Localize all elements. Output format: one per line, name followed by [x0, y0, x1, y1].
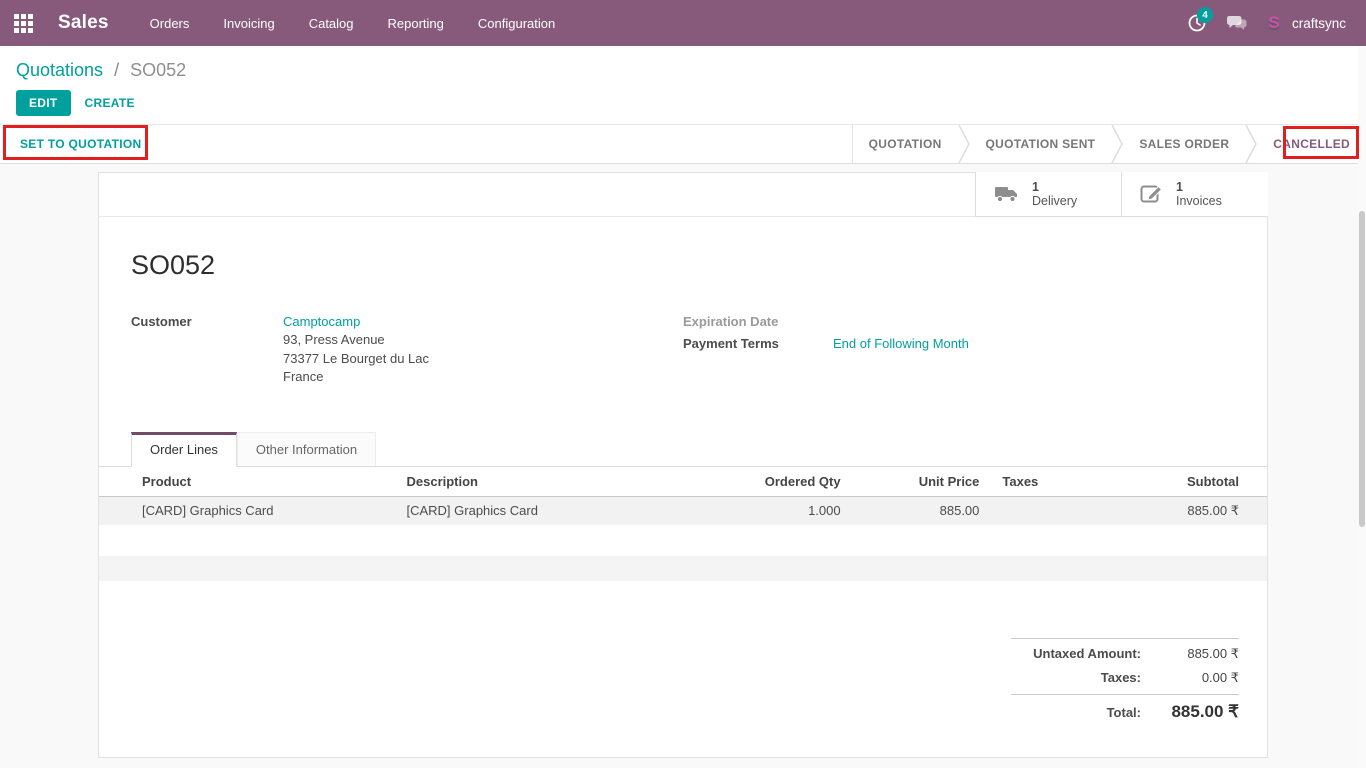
total-label: Total:: [1011, 705, 1151, 720]
notebook: Order Lines Other Information Product De…: [99, 430, 1267, 525]
totals-summary: Untaxed Amount: 885.00 ₹ Taxes: 0.00 ₹ T…: [1011, 638, 1239, 726]
step-separator: [958, 125, 970, 163]
status-step-sales-order[interactable]: SALES ORDER: [1123, 125, 1245, 163]
col-taxes: Taxes: [984, 467, 1104, 497]
breadcrumb-current: SO052: [130, 60, 186, 80]
scrollbar-thumb[interactable]: [1359, 211, 1365, 527]
cell-unit-price: 885.00: [846, 496, 985, 525]
customer-address-line3: France: [283, 369, 323, 384]
status-step-quotation[interactable]: QUOTATION: [853, 125, 958, 163]
status-step-quotation-sent[interactable]: QUOTATION SENT: [970, 125, 1112, 163]
edit-invoice-icon: [1140, 183, 1164, 205]
scrollbar-track[interactable]: [1358, 46, 1366, 768]
sheet-header: 1 Delivery 1 Invoices: [99, 173, 1267, 217]
smart-buttons: 1 Delivery 1 Invoices: [975, 172, 1268, 217]
menu-invoicing[interactable]: Invoicing: [210, 10, 287, 37]
col-subtotal: Subtotal: [1104, 467, 1267, 497]
customer-link[interactable]: Camptocamp: [283, 314, 360, 329]
apps-menu-button[interactable]: [0, 0, 46, 46]
table-header-row: Product Description Ordered Qty Unit Pri…: [99, 467, 1267, 497]
invoices-label: Invoices: [1176, 194, 1222, 208]
order-title: SO052: [131, 250, 1267, 281]
breadcrumb: Quotations / SO052: [0, 46, 1366, 81]
menu-reporting[interactable]: Reporting: [375, 10, 457, 37]
step-separator: [1245, 125, 1257, 163]
untaxed-amount-value: 885.00 ₹: [1151, 646, 1239, 662]
taxes-label: Taxes:: [1011, 670, 1151, 685]
step-separator: [1111, 125, 1123, 163]
app-title: Sales: [58, 12, 109, 34]
status-bar: SET TO QUOTATION QUOTATION QUOTATION SEN…: [0, 124, 1366, 164]
right-field-column: Expiration Date Payment Terms End of Fol…: [683, 313, 1235, 391]
customer-address-line2: 73377 Le Bourget du Lac: [283, 351, 429, 366]
menu-configuration[interactable]: Configuration: [465, 10, 568, 37]
delivery-count: 1: [1032, 180, 1077, 194]
apps-grid-icon: [14, 14, 33, 33]
col-ordered-qty: Ordered Qty: [693, 467, 846, 497]
menu-orders[interactable]: Orders: [137, 10, 203, 37]
payment-terms-label: Payment Terms: [683, 335, 833, 353]
order-line-row[interactable]: [CARD] Graphics Card [CARD] Graphics Car…: [99, 496, 1267, 525]
order-lines-table: Product Description Ordered Qty Unit Pri…: [99, 467, 1267, 525]
col-unit-price: Unit Price: [846, 467, 985, 497]
control-panel: Quotations / SO052 EDIT CREATE Print Act…: [0, 46, 1366, 124]
user-menu[interactable]: S craftsync: [1260, 13, 1350, 33]
customer-label: Customer: [131, 313, 283, 387]
breadcrumb-separator: /: [114, 60, 119, 80]
cell-subtotal: 885.00 ₹: [1104, 496, 1267, 525]
create-button[interactable]: CREATE: [71, 90, 149, 116]
cell-product: [CARD] Graphics Card: [99, 496, 363, 525]
col-product: Product: [99, 467, 363, 497]
messages-button[interactable]: [1220, 6, 1254, 40]
col-description: Description: [363, 467, 692, 497]
total-value: 885.00 ₹: [1151, 702, 1239, 722]
chat-bubbles-icon: [1226, 14, 1248, 32]
invoices-smart-button[interactable]: 1 Invoices: [1122, 172, 1268, 217]
invoices-count: 1: [1176, 180, 1222, 194]
customer-value: Camptocamp 93, Press Avenue 73377 Le Bou…: [283, 313, 429, 387]
delivery-label: Delivery: [1032, 194, 1077, 208]
form-sheet: 1 Delivery 1 Invoices SO052: [98, 172, 1268, 758]
payment-terms-link[interactable]: End of Following Month: [833, 336, 969, 351]
delivery-smart-button[interactable]: 1 Delivery: [976, 172, 1122, 217]
status-steps: QUOTATION QUOTATION SENT SALES ORDER CAN…: [852, 125, 1366, 163]
status-step-cancelled[interactable]: CANCELLED: [1257, 125, 1366, 163]
form-view: 1 Delivery 1 Invoices SO052: [0, 164, 1366, 768]
user-name: craftsync: [1292, 16, 1346, 31]
left-field-column: Customer Camptocamp 93, Press Avenue 733…: [131, 313, 683, 391]
activities-button[interactable]: 4: [1180, 6, 1214, 40]
notebook-footer-band: [99, 556, 1267, 581]
cell-ordered-qty: 1.000: [693, 496, 846, 525]
user-avatar: S: [1264, 13, 1284, 33]
customer-address-line1: 93, Press Avenue: [283, 332, 385, 347]
top-navbar: Sales Orders Invoicing Catalog Reporting…: [0, 0, 1366, 46]
cell-taxes: [984, 496, 1104, 525]
cell-description: [CARD] Graphics Card: [363, 496, 692, 525]
edit-button[interactable]: EDIT: [16, 90, 71, 116]
main-menu: Orders Invoicing Catalog Reporting Confi…: [137, 10, 569, 37]
untaxed-amount-label: Untaxed Amount:: [1011, 646, 1151, 661]
activity-count-badge: 4: [1197, 7, 1213, 23]
tab-other-information[interactable]: Other Information: [237, 432, 376, 466]
taxes-value: 0.00 ₹: [1151, 670, 1239, 686]
menu-catalog[interactable]: Catalog: [296, 10, 367, 37]
expiration-date-label: Expiration Date: [683, 313, 833, 329]
truck-icon: [994, 184, 1020, 204]
breadcrumb-quotations-link[interactable]: Quotations: [16, 60, 103, 80]
tab-order-lines[interactable]: Order Lines: [131, 432, 237, 467]
systray: 4 S craftsync: [1180, 6, 1366, 40]
set-to-quotation-button[interactable]: SET TO QUOTATION: [20, 137, 141, 151]
